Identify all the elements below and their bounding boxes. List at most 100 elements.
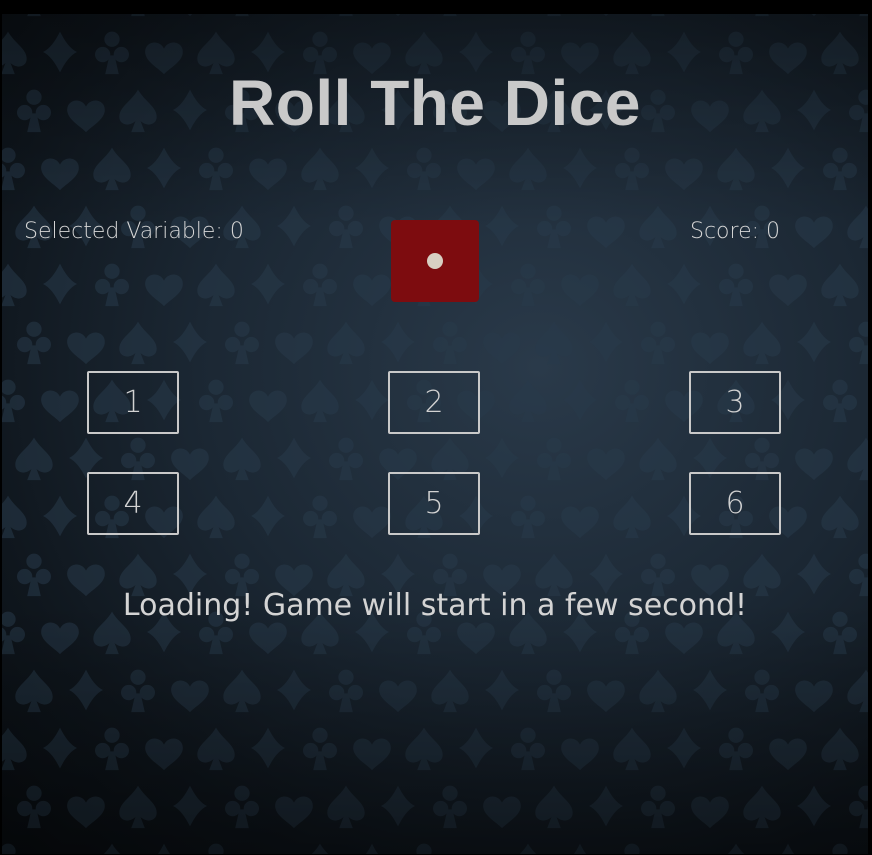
- heart-suit-icon: [275, 796, 313, 829]
- spade-suit-icon: [119, 321, 157, 365]
- club-suit-icon: [615, 147, 649, 191]
- heart-suit-icon: [483, 796, 521, 829]
- diamond-suit-icon: [667, 727, 701, 769]
- club-suit-icon: [433, 785, 467, 829]
- spade-suit-icon: [327, 785, 365, 829]
- club-suit-icon: [547, 14, 561, 17]
- club-suit-icon: [416, 843, 432, 854]
- diamond-suit-icon: [771, 147, 805, 189]
- spade-suit-icon: [727, 843, 745, 854]
- heart-suit-icon: [395, 14, 401, 17]
- heart-suit-icon: [665, 622, 703, 655]
- diamond-suit-icon: [43, 727, 77, 769]
- heart-suit-icon: [67, 796, 105, 829]
- spade-suit-icon: [639, 205, 677, 249]
- diamond-suit-icon: [563, 147, 597, 189]
- club-suit-icon: [303, 727, 337, 771]
- spade-suit-icon: [821, 495, 859, 539]
- spade-suit-icon: [311, 843, 329, 854]
- club-suit-icon: [719, 727, 753, 771]
- diamond-suit-icon: [277, 205, 311, 247]
- club-suit-icon: [329, 205, 363, 249]
- game-container: Roll The Dice Selected Variable: 0 Score…: [2, 14, 868, 854]
- dice[interactable]: [391, 220, 479, 302]
- heart-suit-icon: [67, 332, 105, 365]
- club-suit-icon: [849, 321, 868, 365]
- spade-suit-icon: [223, 669, 261, 713]
- diamond-suit-icon: [277, 669, 311, 711]
- club-suit-icon: [225, 785, 259, 829]
- spade-suit-icon: [847, 669, 868, 713]
- diamond-suit-icon: [43, 495, 77, 537]
- diamond-suit-icon: [667, 263, 701, 305]
- club-suit-icon: [131, 14, 145, 17]
- number-button-5[interactable]: 5: [388, 472, 480, 535]
- heart-suit-icon: [353, 506, 391, 539]
- club-suit-icon: [2, 379, 25, 423]
- club-suit-icon: [95, 263, 129, 307]
- club-suit-icon: [339, 14, 353, 17]
- game-screen: Roll The Dice Selected Variable: 0 Score…: [0, 0, 872, 855]
- club-suit-icon: [208, 843, 224, 854]
- heart-suit-icon: [795, 216, 833, 249]
- diamond-suit-icon: [693, 669, 727, 711]
- heart-suit-icon: [691, 332, 729, 365]
- club-suit-icon: [95, 727, 129, 771]
- club-suit-icon: [641, 785, 675, 829]
- heart-suit-icon: [353, 738, 391, 771]
- spade-suit-icon: [519, 843, 537, 854]
- diamond-suit-icon: [589, 785, 623, 827]
- club-suit-icon: [17, 785, 51, 829]
- card-suits-background: [2, 14, 868, 854]
- heart-suit-icon: [811, 14, 817, 17]
- club-suit-icon: [537, 437, 571, 481]
- game-title: Roll The Dice: [229, 67, 641, 139]
- club-suit-icon: [511, 263, 545, 307]
- heart-suit-icon: [587, 216, 625, 249]
- club-suit-icon: [121, 669, 155, 713]
- number-button-6[interactable]: 6: [689, 472, 781, 535]
- club-suit-icon: [641, 321, 675, 365]
- number-button-4[interactable]: 4: [87, 472, 179, 535]
- spade-suit-icon: [197, 263, 235, 307]
- club-suit-icon: [537, 205, 571, 249]
- diamond-suit-icon: [43, 263, 77, 305]
- heart-suit-icon: [665, 158, 703, 191]
- club-suit-icon: [433, 321, 467, 365]
- heart-suit-icon: [457, 158, 495, 191]
- heart-suit-icon: [457, 622, 495, 655]
- spade-suit-icon: [2, 495, 27, 539]
- diamond-suit-icon: [485, 437, 519, 479]
- heart-suit-icon: [691, 796, 729, 829]
- club-suit-icon: [199, 379, 233, 423]
- heart-suit-icon: [353, 274, 391, 307]
- heart-suit-icon: [769, 274, 807, 307]
- heart-suit-icon: [187, 14, 193, 17]
- heart-suit-icon: [483, 332, 521, 365]
- club-suit-icon: [511, 727, 545, 771]
- club-suit-icon: [615, 379, 649, 423]
- spade-suit-icon: [613, 263, 651, 307]
- diamond-suit-icon: [797, 785, 831, 827]
- heart-suit-icon: [145, 274, 183, 307]
- number-button-3[interactable]: 3: [689, 371, 781, 434]
- spade-suit-icon: [235, 14, 249, 17]
- diamond-suit-icon: [251, 727, 285, 769]
- diamond-suit-icon: [459, 727, 493, 769]
- heart-suit-icon: [171, 680, 209, 713]
- heart-suit-icon: [561, 506, 599, 539]
- club-suit-icon: [303, 263, 337, 307]
- number-button-1[interactable]: 1: [87, 371, 179, 434]
- club-suit-icon: [303, 495, 337, 539]
- diamond-suit-icon: [381, 785, 415, 827]
- diamond-suit-icon: [573, 843, 587, 854]
- diamond-suit-icon: [157, 843, 171, 854]
- number-button-2[interactable]: 2: [388, 371, 480, 434]
- spade-suit-icon: [651, 14, 665, 17]
- spade-suit-icon: [717, 147, 755, 191]
- diamond-suit-icon: [485, 669, 519, 711]
- diamond-suit-icon: [173, 321, 207, 363]
- spade-suit-icon: [405, 727, 443, 771]
- diamond-suit-icon: [781, 843, 795, 854]
- spade-suit-icon: [15, 669, 53, 713]
